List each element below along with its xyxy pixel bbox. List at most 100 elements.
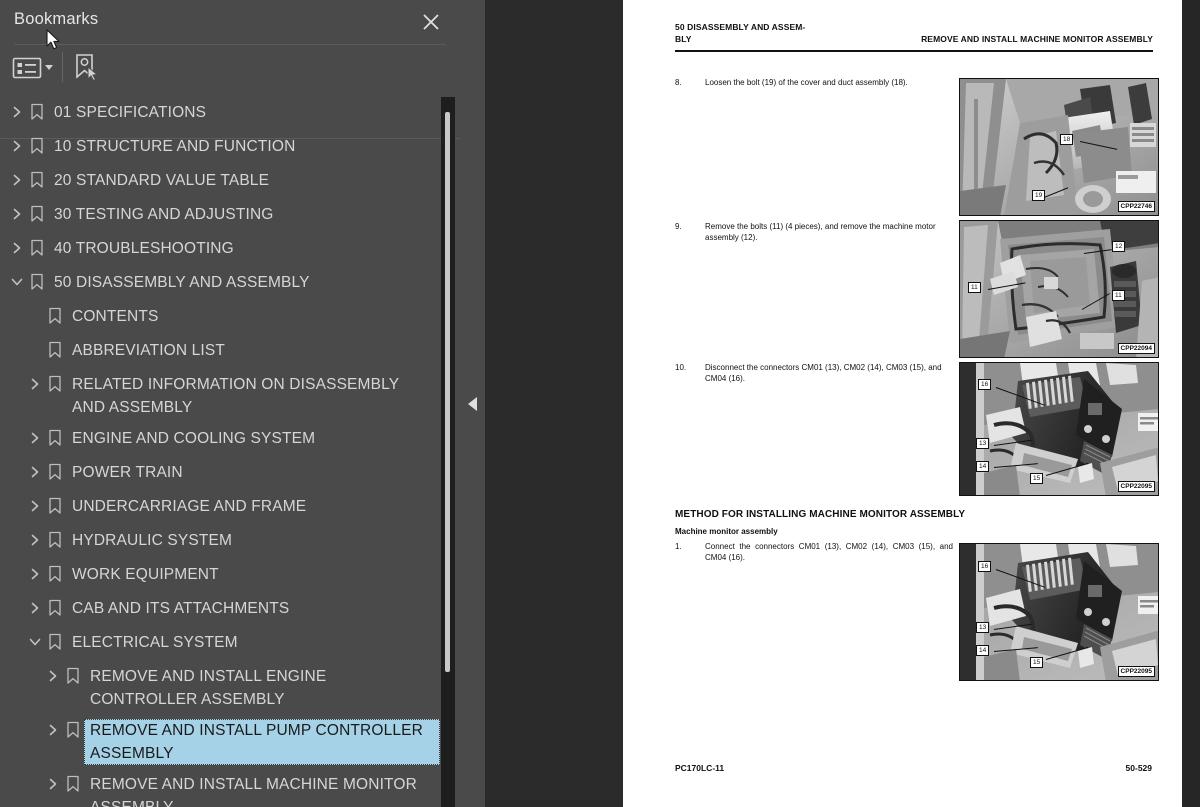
chevron-right-icon[interactable]: [26, 462, 44, 482]
bookmark-item[interactable]: CAB AND ITS ATTACHMENTS: [0, 593, 446, 627]
chevron-right-icon[interactable]: [26, 598, 44, 618]
document-page: 50 DISASSEMBLY AND ASSEM- BLY REMOVE AND…: [623, 0, 1182, 807]
bookmark-icon: [26, 271, 48, 293]
figure-callout: 16: [978, 379, 992, 390]
bookmark-label: HYDRAULIC SYSTEM: [72, 532, 233, 549]
bookmark-label: REMOVE AND INSTALL MACHINE MONITOR ASSEM…: [90, 776, 417, 807]
viewer-right-edge: [1182, 0, 1200, 807]
chevron-right-icon[interactable]: [8, 136, 26, 156]
step-text: Remove the bolts (11) (4 pieces), and re…: [705, 222, 936, 242]
bookmark-item[interactable]: ELECTRICAL SYSTEM: [0, 627, 446, 661]
chevron-right-icon[interactable]: [26, 564, 44, 584]
bookmark-icon: [26, 237, 48, 259]
chevron-down-icon[interactable]: [8, 272, 26, 292]
bookmark-label: 20 STANDARD VALUE TABLE: [54, 172, 270, 189]
header-divider: [14, 44, 446, 45]
chevron-right-icon[interactable]: [8, 170, 26, 190]
bookmark-icon: [44, 631, 66, 653]
bookmark-icon: [26, 169, 48, 191]
bookmarks-panel: Bookmarks 01 SPECIFICATIONS 10 STRUCTURE…: [0, 0, 460, 807]
bookmark-icon: [44, 597, 66, 619]
header-section-title-line1: 50 DISASSEMBLY AND ASSEM-: [675, 22, 806, 32]
figure-callout: 13: [976, 438, 990, 449]
bookmark-item[interactable]: 30 TESTING AND ADJUSTING: [0, 199, 446, 233]
bookmark-label: 30 TESTING AND ADJUSTING: [54, 206, 274, 223]
chevron-down-icon[interactable]: [26, 632, 44, 652]
bookmark-icon: [44, 427, 66, 449]
bookmark-icon: [62, 773, 84, 795]
bookmark-item[interactable]: 50 DISASSEMBLY AND ASSEMBLY: [0, 267, 446, 301]
bookmark-item[interactable]: ABBREVIATION LIST: [0, 335, 446, 369]
close-icon[interactable]: [420, 11, 442, 33]
bookmark-icon: [44, 339, 66, 361]
bookmark-icon: [62, 665, 84, 687]
bookmark-tree[interactable]: 01 SPECIFICATIONS 10 STRUCTURE AND FUNCTI…: [0, 97, 446, 807]
sidebar-collapse-handle[interactable]: [460, 0, 485, 807]
bookmark-item[interactable]: 10 STRUCTURE AND FUNCTION: [0, 131, 446, 165]
sidebar-scrollbar-thumb[interactable]: [445, 112, 450, 672]
bookmark-label: RELATED INFORMATION ON DISASSEMBLY AND A…: [72, 376, 399, 416]
step-item: 10. Disconnect the connectors CM01 (13),…: [675, 363, 953, 384]
chevron-right-icon[interactable]: [26, 530, 44, 550]
bookmark-icon: [26, 135, 48, 157]
viewer-backdrop: [485, 0, 623, 807]
bookmark-item[interactable]: HYDRAULIC SYSTEM: [0, 525, 446, 559]
figure-photo: [960, 79, 1158, 215]
figure-image: 11 12 11 CPP22094: [959, 220, 1159, 358]
bookmark-item[interactable]: 20 STANDARD VALUE TABLE: [0, 165, 446, 199]
header-section-title-line2: BLY: [675, 33, 692, 44]
bookmark-label: 01 SPECIFICATIONS: [54, 104, 207, 121]
step-number: 9.: [675, 222, 682, 231]
bookmarks-panel-header: Bookmarks: [0, 0, 460, 45]
bookmark-icon: [44, 529, 66, 551]
chevron-right-icon[interactable]: [8, 238, 26, 258]
bookmark-item[interactable]: REMOVE AND INSTALL PUMP CONTROLLER ASSEM…: [0, 715, 446, 769]
bookmark-item[interactable]: REMOVE AND INSTALL MACHINE MONITOR ASSEM…: [0, 769, 446, 807]
bookmarks-toolbar: [0, 46, 460, 139]
figure-callout: 15: [1030, 473, 1044, 484]
figure-id: CPP22746: [1117, 201, 1155, 212]
chevron-right-icon[interactable]: [44, 666, 62, 686]
bookmark-item[interactable]: 01 SPECIFICATIONS: [0, 97, 446, 131]
bookmark-item[interactable]: POWER TRAIN: [0, 457, 446, 491]
bookmark-item[interactable]: CONTENTS: [0, 301, 446, 335]
chevron-right-icon[interactable]: [26, 428, 44, 448]
bookmark-label: ELECTRICAL SYSTEM: [72, 634, 238, 651]
bookmark-label: ENGINE AND COOLING SYSTEM: [72, 430, 316, 447]
step-number: 1.: [675, 542, 682, 551]
step-text: Connect the connectors CM01 (13), CM02 (…: [705, 542, 953, 562]
figure-callout: 15: [1030, 657, 1044, 668]
figure-image: 16 13 14 15 CPP22095: [959, 543, 1159, 681]
figure-callout: 12: [1112, 241, 1126, 252]
bookmark-label: REMOVE AND INSTALL ENGINE CONTROLLER ASS…: [90, 668, 327, 708]
view-mode-button[interactable]: [12, 54, 56, 82]
chevron-right-icon[interactable]: [44, 720, 62, 740]
method-subheading: Machine monitor assembly: [675, 527, 778, 536]
bookmark-pointer-icon[interactable]: [70, 52, 100, 82]
header-rule: [675, 50, 1153, 52]
bookmark-item[interactable]: REMOVE AND INSTALL ENGINE CONTROLLER ASS…: [0, 661, 446, 715]
chevron-right-icon[interactable]: [26, 374, 44, 394]
bookmark-item[interactable]: 40 TROUBLESHOOTING: [0, 233, 446, 267]
chevron-right-icon[interactable]: [8, 102, 26, 122]
step-item: 9. Remove the bolts (11) (4 pieces), and…: [675, 222, 953, 243]
header-topic-title: REMOVE AND INSTALL MACHINE MONITOR ASSEM…: [921, 33, 1153, 44]
bookmark-item[interactable]: WORK EQUIPMENT: [0, 559, 446, 593]
chevron-right-icon[interactable]: [8, 204, 26, 224]
chevron-right-icon[interactable]: [26, 496, 44, 516]
bookmark-item[interactable]: RELATED INFORMATION ON DISASSEMBLY AND A…: [0, 369, 446, 423]
method-heading: METHOD FOR INSTALLING MACHINE MONITOR AS…: [675, 509, 966, 520]
chevron-right-icon[interactable]: [44, 774, 62, 794]
figure-callout: 14: [976, 645, 990, 656]
bookmark-item[interactable]: ENGINE AND COOLING SYSTEM: [0, 423, 446, 457]
bookmark-label: CAB AND ITS ATTACHMENTS: [72, 600, 290, 617]
bookmark-icon: [44, 373, 66, 395]
toolbar-separator: [62, 52, 63, 82]
bookmark-item[interactable]: UNDERCARRIAGE AND FRAME: [0, 491, 446, 525]
figure-callout: 11: [968, 282, 981, 293]
document-footer-page: 50-529: [1125, 763, 1152, 773]
triangle-left-icon: [467, 396, 477, 411]
figure-callout: 18: [1060, 134, 1074, 145]
figure-image: 18 19 CPP22746: [959, 78, 1159, 216]
bookmark-icon: [44, 305, 66, 327]
